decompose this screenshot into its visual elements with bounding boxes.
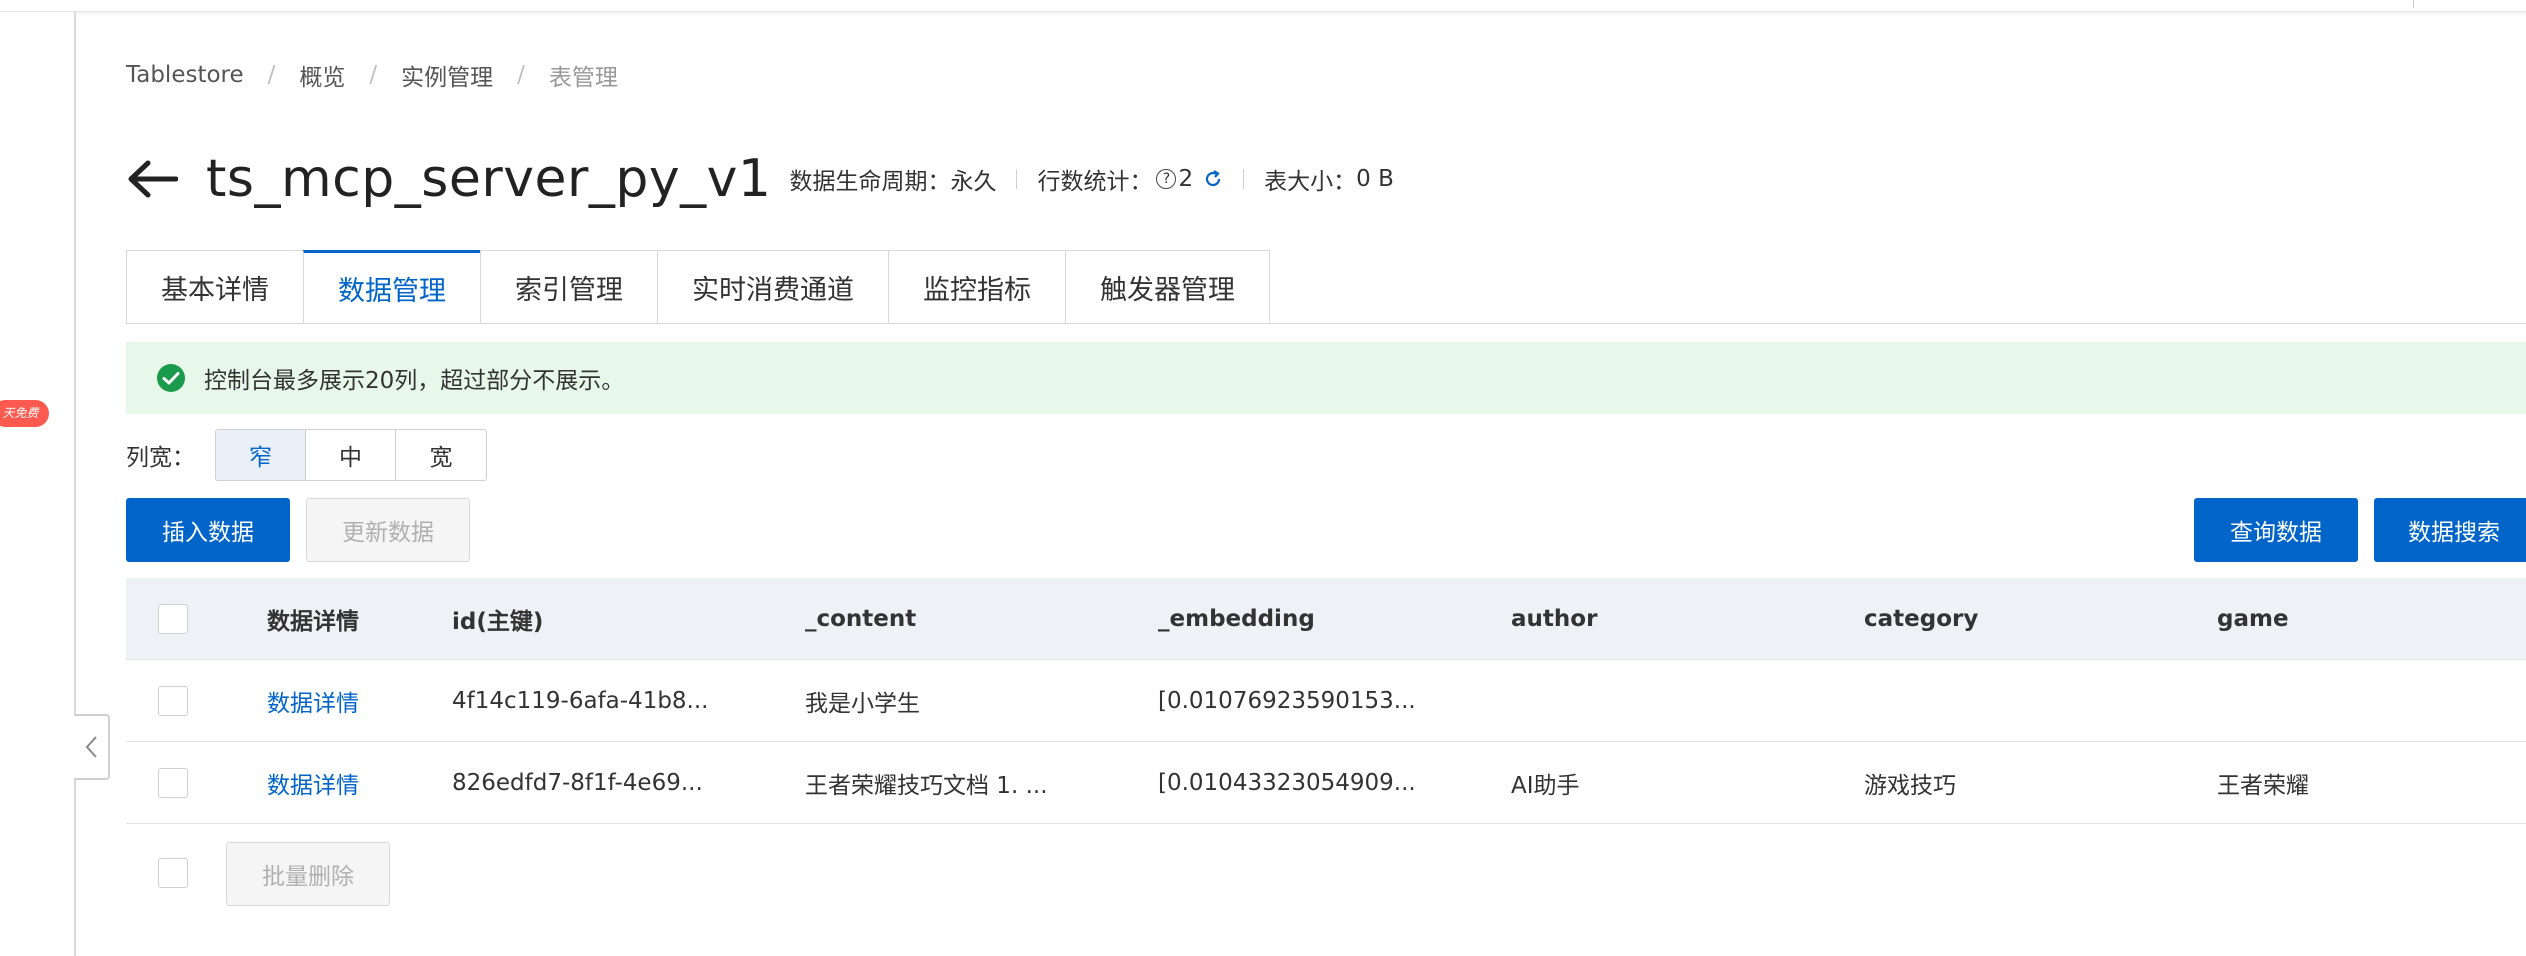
tab-index-management[interactable]: 索引管理 <box>480 250 657 324</box>
cell-embedding: [0.01043323054909... <box>1158 769 1416 796</box>
breadcrumb-separator: / <box>267 62 276 88</box>
table-header: 数据详情 id(主键) _content _embedding author c… <box>126 578 2526 660</box>
batch-delete-button[interactable]: 批量删除 <box>226 842 390 906</box>
select-all-checkbox[interactable] <box>158 604 188 634</box>
header-game[interactable]: game <box>2217 606 2289 632</box>
cell-author: AI助手 <box>1511 772 1580 799</box>
column-width-control: 列宽： 窄 中 宽 <box>126 429 487 481</box>
row-checkbox[interactable] <box>158 686 188 716</box>
question-icon[interactable]: ? <box>1156 169 1177 189</box>
update-data-button[interactable]: 更新数据 <box>306 498 470 562</box>
back-button[interactable] <box>126 159 178 199</box>
data-search-button[interactable]: 数据搜索 <box>2374 498 2526 562</box>
header-id[interactable]: id(主键) <box>452 602 543 636</box>
data-table: 数据详情 id(主键) _content _embedding author c… <box>126 578 2526 924</box>
main-content: Tablestore / 概览 / 实例管理 / 表管理 ts_mcp_serv… <box>126 0 2526 956</box>
header-content[interactable]: _content <box>805 606 916 632</box>
table-row: 数据详情 826edfd7-8f1f-4e69... 王者荣耀技巧文档 1. .… <box>126 742 2526 824</box>
column-width-segmented: 窄 中 宽 <box>215 429 487 481</box>
cell-embedding: [0.01076923590153... <box>1158 687 1416 714</box>
page-title: ts_mcp_server_py_v1 <box>206 149 772 209</box>
arrow-left-icon <box>128 160 178 198</box>
footer-select-checkbox[interactable] <box>158 858 188 888</box>
sidebar-collapse-toggle[interactable] <box>74 714 110 780</box>
row-stats-label: 行数统计： <box>1037 169 1153 195</box>
tab-monitoring[interactable]: 监控指标 <box>888 250 1065 324</box>
row-checkbox[interactable] <box>158 768 188 798</box>
table-size-value: 0 B <box>1356 166 1394 192</box>
cell-id: 4f14c119-6afa-41b8... <box>452 687 709 714</box>
header-embedding[interactable]: _embedding <box>1158 606 1315 632</box>
column-width-narrow[interactable]: 窄 <box>216 430 306 480</box>
breadcrumb-item-instance[interactable]: 实例管理 <box>401 58 493 92</box>
tab-bar: 基本详情 数据管理 索引管理 实时消费通道 监控指标 触发器管理 <box>126 250 1270 324</box>
row-stats-value: 2 <box>1178 166 1194 192</box>
table-size-label: 表大小： <box>1264 169 1357 195</box>
tabs-divider <box>126 323 2526 324</box>
tab-basic-details[interactable]: 基本详情 <box>126 250 303 324</box>
header-category[interactable]: category <box>1864 606 1978 632</box>
cell-content: 我是小学生 <box>805 690 920 717</box>
header-author[interactable]: author <box>1511 606 1597 632</box>
query-data-button[interactable]: 查询数据 <box>2194 498 2358 562</box>
data-details-link[interactable]: 数据详情 <box>267 684 359 718</box>
breadcrumb-item-tablestore[interactable]: Tablestore <box>126 62 244 88</box>
insert-data-button[interactable]: 插入数据 <box>126 498 290 562</box>
data-details-link[interactable]: 数据详情 <box>267 766 359 800</box>
column-width-wide[interactable]: 宽 <box>396 430 486 480</box>
table-meta: 数据生命周期： 永久 行数统计： ? 2 表大小： 0 B <box>789 162 1393 196</box>
table-row: 数据详情 4f14c119-6afa-41b8... 我是小学生 [0.0107… <box>126 660 2526 742</box>
cell-id: 826edfd7-8f1f-4e69... <box>452 769 703 796</box>
column-width-label: 列宽： <box>126 445 195 471</box>
breadcrumb: Tablestore / 概览 / 实例管理 / 表管理 <box>126 58 618 92</box>
meta-divider <box>1243 169 1245 189</box>
tab-realtime-tunnel[interactable]: 实时消费通道 <box>657 250 888 324</box>
column-width-medium[interactable]: 中 <box>306 430 396 480</box>
cell-category: 游戏技巧 <box>1864 772 1956 799</box>
tab-trigger-management[interactable]: 触发器管理 <box>1065 250 1270 324</box>
promo-badge[interactable]: 天免费 <box>0 400 49 427</box>
cell-content: 王者荣耀技巧文档 1. ... <box>805 772 1048 799</box>
table-footer: 批量删除 <box>126 824 2526 924</box>
breadcrumb-separator: / <box>369 62 378 88</box>
tab-data-management[interactable]: 数据管理 <box>303 250 480 324</box>
sidebar: 天免费 <box>0 12 76 956</box>
header-data-details: 数据详情 <box>267 608 359 635</box>
info-alert: 控制台最多展示20列，超过部分不展示。 <box>126 342 2526 414</box>
meta-divider <box>1016 169 1018 189</box>
lifecycle-label: 数据生命周期： <box>789 169 951 195</box>
alert-message: 控制台最多展示20列，超过部分不展示。 <box>204 368 625 394</box>
lifecycle-value: 永久 <box>950 169 997 195</box>
breadcrumb-separator: / <box>517 62 525 88</box>
breadcrumb-current: 表管理 <box>548 65 618 91</box>
chevron-left-icon <box>85 736 97 758</box>
page-header: ts_mcp_server_py_v1 数据生命周期： 永久 行数统计： ? 2… <box>126 148 1394 210</box>
refresh-icon[interactable] <box>1203 169 1223 189</box>
cell-game: 王者荣耀 <box>2217 772 2309 799</box>
breadcrumb-item-overview[interactable]: 概览 <box>299 58 345 92</box>
check-circle-icon <box>157 364 185 392</box>
